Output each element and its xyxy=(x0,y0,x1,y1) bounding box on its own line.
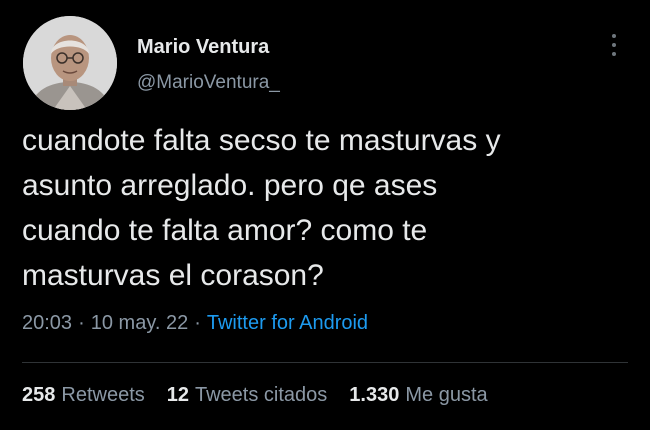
tweet-time[interactable]: 20:03 xyxy=(22,312,72,334)
quote-tweets-count: 12 xyxy=(166,384,189,406)
meta-separator: · xyxy=(194,312,201,334)
quote-tweets-stat[interactable]: 12 Tweets citados xyxy=(167,384,328,407)
retweets-count: 258 xyxy=(22,384,56,406)
tweet-line: cuando te falta amor? como te xyxy=(22,214,428,247)
tweet-line: asunto arreglado. pero qe ases xyxy=(22,169,438,202)
retweets-label: Retweets xyxy=(61,384,145,406)
likes-label: Me gusta xyxy=(405,384,488,406)
more-vertical-icon[interactable] xyxy=(606,34,622,56)
likes-count: 1.330 xyxy=(349,384,400,406)
tweet-line: cuandote falta secso te masturvas y xyxy=(22,124,501,157)
divider xyxy=(22,362,628,363)
tweet-meta: 20:03 · 10 may. 22 · Twitter for Android xyxy=(22,312,368,335)
tweet-text: cuandote falta secso te masturvas y asun… xyxy=(22,118,632,298)
retweets-stat[interactable]: 258 Retweets xyxy=(22,384,145,407)
tweet-card: Mario Ventura @MarioVentura_ cuandote fa… xyxy=(0,0,650,430)
tweet-source-link[interactable]: Twitter for Android xyxy=(207,312,368,334)
more-dot xyxy=(612,34,616,38)
tweet-line: masturvas el corason? xyxy=(22,259,324,292)
tweet-date[interactable]: 10 may. 22 xyxy=(91,312,188,334)
more-dot xyxy=(612,52,616,56)
engagement-stats: 258 Retweets 12 Tweets citados 1.330 Me gus… xyxy=(22,384,488,407)
avatar-portrait xyxy=(23,16,117,110)
display-name[interactable]: Mario Ventura xyxy=(137,36,269,59)
more-dot xyxy=(612,43,616,47)
likes-stat[interactable]: 1.330 Me gusta xyxy=(349,384,487,407)
avatar[interactable] xyxy=(23,16,117,110)
user-handle[interactable]: @MarioVentura_ xyxy=(137,72,280,94)
quote-tweets-label: Tweets citados xyxy=(195,384,328,406)
meta-separator: · xyxy=(78,312,85,334)
